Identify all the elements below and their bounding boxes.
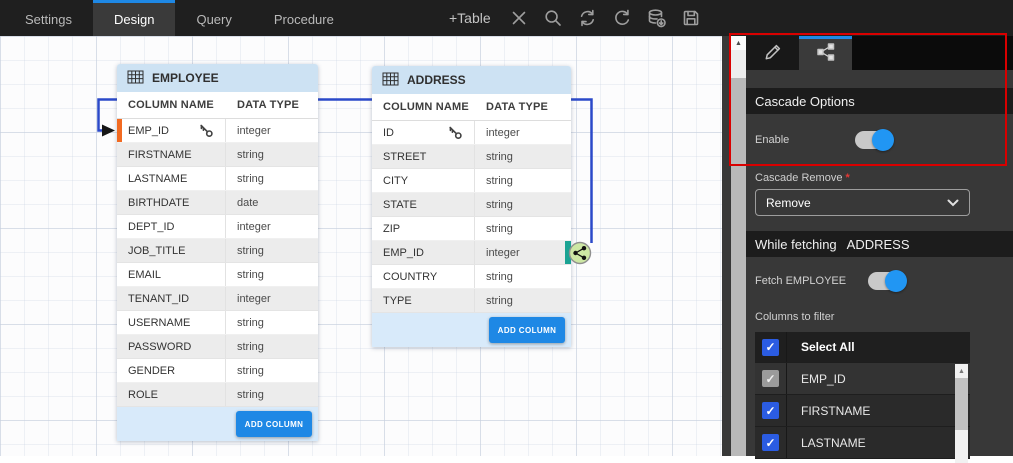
topbar: SettingsDesignQueryProcedure +Table [0, 0, 1013, 36]
redo-icon[interactable] [612, 8, 632, 28]
table-address[interactable]: ADDRESS COLUMN NAME DATA TYPE ID integer… [372, 66, 571, 347]
table-row[interactable]: TENANT_ID integer [117, 287, 318, 311]
nav-tab-query[interactable]: Query [175, 0, 252, 36]
cascade-remove-label: Cascade Remove* [755, 172, 1013, 184]
table-employee-header[interactable]: EMPLOYEE [117, 64, 318, 92]
table-row[interactable]: DEPT_ID integer [117, 215, 318, 239]
relation-arrowhead-icon [102, 125, 115, 137]
table-row[interactable]: ROLE string [117, 383, 318, 407]
table-row[interactable]: STREET string [372, 145, 571, 169]
search-icon[interactable] [543, 8, 563, 28]
fetch-employee-label: Fetch EMPLOYEE [755, 275, 868, 287]
cascade-remove-select[interactable]: Remove [755, 189, 970, 216]
fetch-employee-toggle[interactable] [868, 270, 908, 292]
column-filter-row[interactable]: ✓ FIRSTNAME [755, 395, 970, 427]
nav-tab-settings[interactable]: Settings [4, 0, 93, 36]
table-row[interactable]: PASSWORD string [117, 335, 318, 359]
cascade-options-header: Cascade Options [746, 88, 1013, 114]
table-employee[interactable]: EMPLOYEE COLUMN NAME DATA TYPE EMP_ID in… [117, 64, 318, 441]
nav-tab-procedure[interactable]: Procedure [253, 0, 355, 36]
diagram-canvas[interactable]: EMPLOYEE COLUMN NAME DATA TYPE EMP_ID in… [0, 36, 731, 456]
table-row[interactable]: EMP_ID integer [372, 241, 571, 265]
scrollbar-thumb[interactable] [731, 78, 746, 456]
table-row[interactable]: COUNTRY string [372, 265, 571, 289]
primary-key-icon [199, 124, 213, 137]
table-grid-icon [382, 72, 399, 89]
enable-label: Enable [755, 134, 855, 146]
enable-toggle[interactable] [855, 129, 895, 151]
panel-content: Cascade Options Enable Cascade Remove* R… [746, 36, 1013, 456]
tab-edit[interactable] [746, 36, 799, 70]
select-all-row[interactable]: ✓ Select All [755, 332, 970, 363]
column-checkbox[interactable]: ✓ [762, 370, 779, 387]
relation-icon [815, 41, 837, 68]
columns-filter-list: ✓ Select All ✓ EMP_ID ✓ FIRSTNAME ✓ LAST… [755, 332, 970, 459]
scroll-up-icon[interactable]: ▲ [955, 364, 968, 377]
database-export-icon[interactable] [646, 8, 667, 29]
table-row[interactable]: TYPE string [372, 289, 571, 313]
nav-tab-design[interactable]: Design [93, 0, 175, 36]
fetch-row: Fetch EMPLOYEE [746, 257, 1013, 305]
table-title: EMPLOYEE [152, 71, 219, 85]
table-footer: ADD COLUMN [117, 407, 318, 441]
table-address-header[interactable]: ADDRESS [372, 66, 571, 94]
table-row[interactable]: EMAIL string [117, 263, 318, 287]
select-all-checkbox[interactable]: ✓ [762, 339, 779, 356]
save-icon[interactable] [681, 8, 701, 28]
table-row[interactable]: GENDER string [117, 359, 318, 383]
table-footer: ADD COLUMN [372, 313, 571, 347]
table-row[interactable]: BIRTHDATE date [117, 191, 318, 215]
sync-icon[interactable] [577, 8, 598, 28]
column-label: LASTNAME [787, 427, 866, 458]
primary-key-icon [448, 126, 462, 139]
while-fetching-header: While fetching ADDRESS [746, 231, 1013, 257]
columns-to-filter-label: Columns to filter [755, 311, 1013, 323]
table-column-headers: COLUMN NAME DATA TYPE [372, 94, 571, 121]
select-value: Remove [766, 196, 811, 210]
add-table-button[interactable]: +Table [449, 10, 491, 26]
table-row[interactable]: LASTNAME string [117, 167, 318, 191]
add-column-button[interactable]: ADD COLUMN [489, 317, 565, 343]
column-filter-row[interactable]: ✓ LASTNAME [755, 427, 970, 459]
column-filter-row[interactable]: ✓ EMP_ID [755, 363, 970, 395]
table-row[interactable]: FIRSTNAME string [117, 143, 318, 167]
panel-scrollbar[interactable]: ▲ [731, 36, 746, 456]
table-row[interactable]: ID integer [372, 121, 571, 145]
required-mark: * [845, 172, 849, 184]
scroll-up-icon[interactable]: ▲ [731, 36, 746, 50]
table-row[interactable]: EMP_ID integer [117, 119, 318, 143]
chevron-down-icon [947, 199, 959, 207]
column-checkbox[interactable]: ✓ [762, 402, 779, 419]
relation-connector-line [0, 36, 731, 456]
table-grid-icon [127, 70, 144, 87]
column-label: EMP_ID [787, 363, 846, 394]
table-column-headers: COLUMN NAME DATA TYPE [117, 92, 318, 119]
scrollbar-thumb[interactable] [955, 378, 968, 430]
relation-panel: » RELATION: FK_ADDRESS_TO_EMPLOY... ▲ Ca… [722, 0, 1013, 456]
toolbar: +Table [449, 0, 701, 36]
panel-tabs [746, 36, 1013, 70]
select-all-label: Select All [787, 332, 855, 362]
column-label: FIRSTNAME [787, 395, 870, 426]
table-row[interactable]: CITY string [372, 169, 571, 193]
table-row[interactable]: USERNAME string [117, 311, 318, 335]
table-row[interactable]: STATE string [372, 193, 571, 217]
add-column-button[interactable]: ADD COLUMN [236, 411, 312, 437]
column-checkbox[interactable]: ✓ [762, 434, 779, 451]
pencil-icon [763, 42, 783, 67]
table-title: ADDRESS [407, 73, 466, 87]
tab-relation[interactable] [799, 36, 852, 70]
close-icon[interactable] [509, 8, 529, 28]
enable-row: Enable [746, 114, 1013, 166]
fetching-table-name: ADDRESS [847, 237, 910, 252]
list-scrollbar[interactable]: ▲ [955, 364, 968, 463]
table-row[interactable]: ZIP string [372, 217, 571, 241]
table-row[interactable]: JOB_TITLE string [117, 239, 318, 263]
